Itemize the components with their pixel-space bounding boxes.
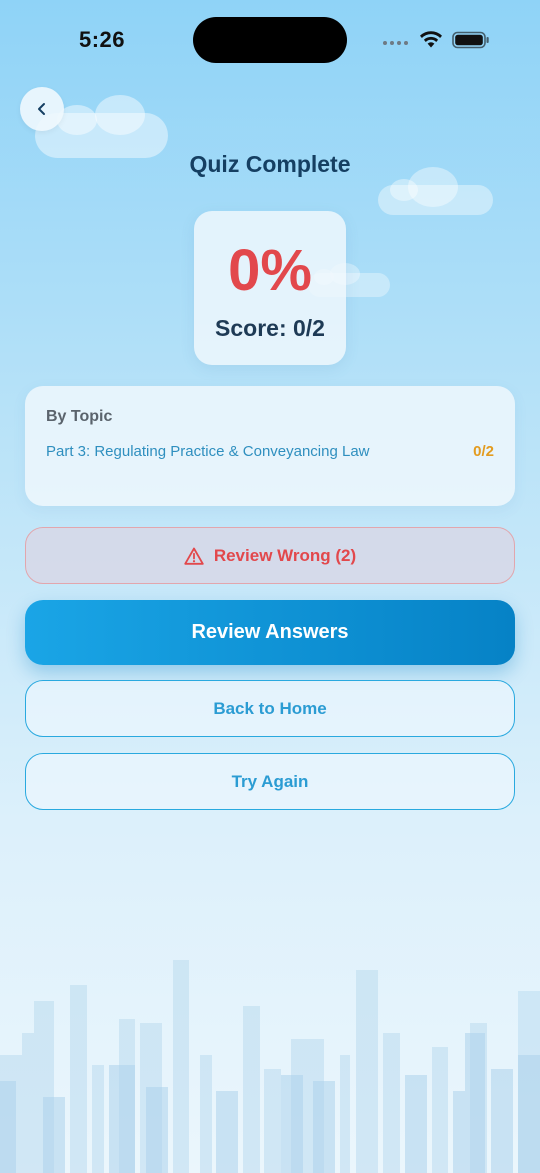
dynamic-island	[193, 17, 347, 63]
review-answers-button[interactable]: Review Answers	[25, 600, 515, 665]
back-to-home-label: Back to Home	[213, 698, 327, 718]
chevron-left-icon	[38, 103, 45, 115]
status-time: 5:26	[79, 27, 126, 52]
topic-name: Part 3: Regulating Practice & Conveyanci…	[46, 443, 370, 460]
wifi-icon	[420, 31, 442, 48]
cloud-decoration	[378, 167, 493, 215]
status-bar: 5:26	[0, 0, 540, 80]
try-again-label: Try Again	[231, 771, 309, 791]
review-wrong-button[interactable]: Review Wrong (2)	[25, 527, 515, 584]
page-title: Quiz Complete	[189, 151, 351, 177]
try-again-button[interactable]: Try Again	[25, 753, 515, 810]
warning-triangle-icon	[184, 547, 204, 565]
review-wrong-label: Review Wrong (2)	[213, 545, 357, 565]
battery-icon	[452, 31, 489, 49]
score-label: Score: 0/2	[215, 315, 325, 341]
review-answers-label: Review Answers	[191, 621, 349, 643]
topic-heading: By Topic	[46, 408, 113, 425]
score-card: 0% Score: 0/2	[194, 211, 346, 365]
score-percent: 0%	[228, 238, 312, 303]
city-skyline-decoration	[0, 960, 540, 1173]
cellular-signal-icon	[383, 41, 408, 45]
topic-score: 0/2	[473, 443, 494, 460]
back-to-home-button[interactable]: Back to Home	[25, 680, 515, 737]
topic-breakdown-card: By Topic Part 3: Regulating Practice & C…	[25, 386, 515, 506]
back-button[interactable]	[20, 87, 64, 131]
